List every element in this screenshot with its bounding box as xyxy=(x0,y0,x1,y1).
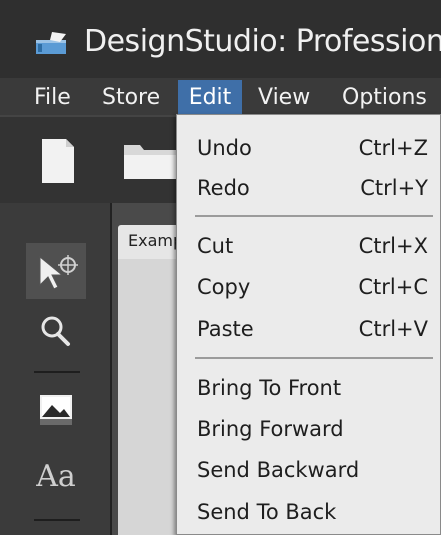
menu-item-shortcut: Ctrl+C xyxy=(358,275,428,299)
menu-item-label: Bring To Front xyxy=(197,376,342,400)
menu-item-label: Copy xyxy=(197,275,251,299)
select-pointer-icon xyxy=(39,255,78,290)
menu-item-shortcut: Ctrl+V xyxy=(358,317,428,341)
menu-item-label: Paste xyxy=(197,317,254,341)
tools-separator xyxy=(34,371,80,373)
menu-store[interactable]: Store xyxy=(96,80,166,115)
menu-item-undo[interactable]: Undo Ctrl+Z xyxy=(177,127,441,171)
menu-options[interactable]: Options xyxy=(336,80,433,115)
tools-panel: Aa xyxy=(0,203,112,535)
image-tool[interactable] xyxy=(26,383,86,439)
open-folder-icon[interactable] xyxy=(122,141,176,181)
menu-separator xyxy=(195,215,433,217)
application-window: DesignStudio: ProfessionalDemo File Stor… xyxy=(0,0,441,535)
menu-item-label: Bring Forward xyxy=(197,417,344,441)
menu-item-bring-to-front[interactable]: Bring To Front xyxy=(177,367,441,411)
tools-separator-2 xyxy=(34,519,80,521)
menu-item-copy[interactable]: Copy Ctrl+C xyxy=(177,266,441,310)
menu-item-label: Send To Back xyxy=(197,500,337,524)
menu-item-label: Cut xyxy=(197,234,234,258)
menu-item-paste[interactable]: Paste Ctrl+V xyxy=(177,308,441,352)
menu-file[interactable]: File xyxy=(28,80,77,115)
menu-item-bring-forward[interactable]: Bring Forward xyxy=(177,408,441,452)
app-logo-icon xyxy=(36,32,66,54)
window-title: DesignStudio: ProfessionalDemo xyxy=(84,24,441,59)
select-tool[interactable] xyxy=(26,243,86,299)
image-icon xyxy=(40,395,72,425)
zoom-tool[interactable] xyxy=(26,303,86,359)
zoom-icon xyxy=(41,316,70,346)
menu-item-redo[interactable]: Redo Ctrl+Y xyxy=(177,167,441,211)
menu-item-send-to-back[interactable]: Send To Back xyxy=(177,491,441,535)
menu-item-cut[interactable]: Cut Ctrl+X xyxy=(177,225,441,269)
menu-edit[interactable]: Edit xyxy=(178,80,242,115)
menu-item-label: Send Backward xyxy=(197,458,360,482)
title-bar: DesignStudio: ProfessionalDemo xyxy=(0,0,441,80)
menu-item-shortcut: Ctrl+Z xyxy=(358,136,428,160)
menu-item-shortcut: Ctrl+Y xyxy=(360,176,428,200)
menu-item-label: Undo xyxy=(197,136,252,160)
menu-item-shortcut: Ctrl+X xyxy=(358,234,428,258)
text-tool[interactable]: Aa xyxy=(26,449,86,505)
menu-bar: File Store Edit View Options xyxy=(0,80,441,115)
menu-item-send-backward[interactable]: Send Backward xyxy=(177,449,441,493)
new-document-icon[interactable] xyxy=(38,137,78,185)
text-tool-glyph: Aa xyxy=(36,459,76,494)
menu-item-label: Redo xyxy=(197,176,250,200)
menu-separator xyxy=(195,357,433,359)
edit-menu-dropdown: Undo Ctrl+Z Redo Ctrl+Y Cut Ctrl+X Copy … xyxy=(176,114,441,535)
menu-view[interactable]: View xyxy=(252,80,316,115)
